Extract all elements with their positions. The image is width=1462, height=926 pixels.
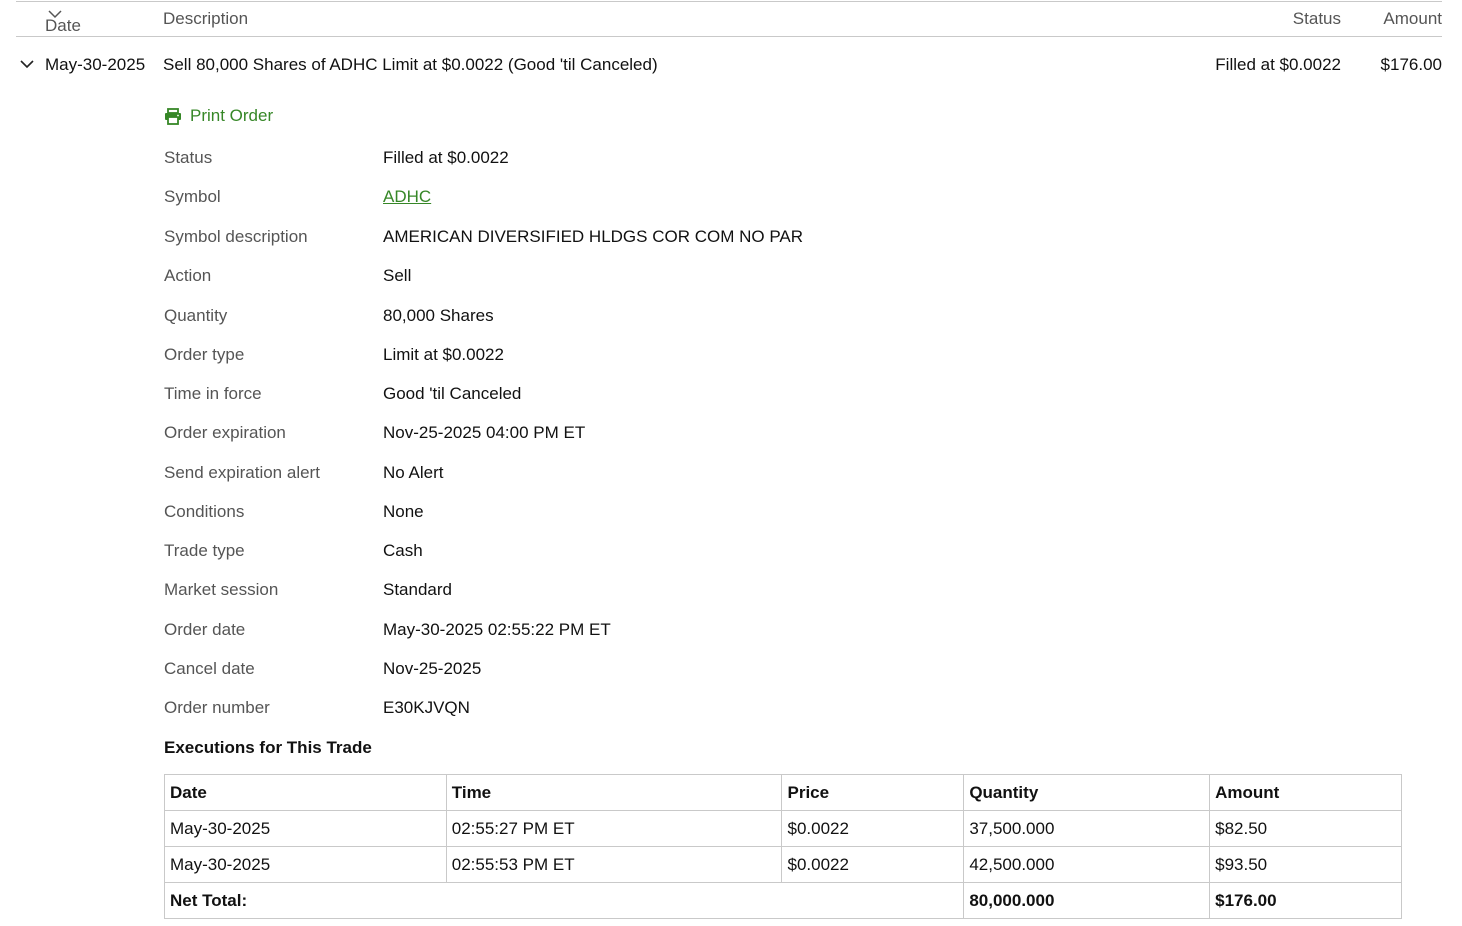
date-column-header[interactable]: Date bbox=[45, 9, 81, 35]
printer-icon bbox=[165, 107, 181, 125]
chevron-down-icon[interactable] bbox=[19, 57, 35, 71]
detail-value: Filled at $0.0022 bbox=[383, 148, 509, 167]
exec-price: $0.0022 bbox=[781, 846, 965, 883]
detail-label: Action bbox=[164, 266, 212, 285]
exec-date: May-30-2025 bbox=[164, 810, 447, 847]
net-total-label: Net Total: bbox=[163, 882, 965, 919]
detail-label: Send expiration alert bbox=[164, 463, 320, 482]
detail-value: May-30-2025 02:55:22 PM ET bbox=[383, 620, 611, 639]
exec-time: 02:55:53 PM ET bbox=[445, 846, 783, 883]
symbol-link[interactable]: ADHC bbox=[383, 187, 431, 207]
net-total-quantity: 80,000.000 bbox=[963, 882, 1211, 919]
detail-value: Good 'til Canceled bbox=[383, 384, 522, 403]
exec-quantity: 42,500.000 bbox=[963, 846, 1211, 883]
detail-label: Order number bbox=[164, 698, 270, 717]
detail-value: Limit at $0.0022 bbox=[383, 345, 504, 364]
order-amount: $176.00 bbox=[1380, 55, 1442, 74]
order-description: Sell 80,000 Shares of ADHC Limit at $0.0… bbox=[163, 55, 658, 74]
detail-label: Quantity bbox=[164, 306, 228, 325]
detail-value: No Alert bbox=[383, 463, 444, 482]
detail-label: Order date bbox=[164, 620, 246, 639]
exec-price: $0.0022 bbox=[781, 810, 965, 847]
exec-col-date: Date bbox=[164, 774, 447, 811]
orders-table-header: Date Description Status Amount bbox=[16, 1, 1442, 37]
detail-label: Symbol bbox=[164, 187, 221, 206]
detail-label: Conditions bbox=[164, 502, 245, 521]
status-column-header: Status bbox=[1292, 9, 1341, 28]
detail-label: Order type bbox=[164, 345, 245, 364]
net-total-amount: $176.00 bbox=[1209, 882, 1402, 919]
detail-value: AMERICAN DIVERSIFIED HLDGS COR COM NO PA… bbox=[383, 227, 804, 246]
executions-title: Executions for This Trade bbox=[164, 738, 372, 757]
order-summary-row[interactable]: May-30-2025 Sell 80,000 Shares of ADHC L… bbox=[16, 37, 1442, 93]
exec-amount: $82.50 bbox=[1209, 810, 1402, 847]
detail-value: E30KJVQN bbox=[383, 698, 470, 717]
detail-value: 80,000 Shares bbox=[383, 306, 494, 325]
order-history-page: Date Description Status Amount May-30-20… bbox=[0, 0, 1462, 926]
table-row: May-30-2025 02:55:27 PM ET $0.0022 37,50… bbox=[164, 810, 1402, 847]
detail-value: Nov-25-2025 04:00 PM ET bbox=[383, 423, 586, 442]
detail-value: Standard bbox=[383, 580, 452, 599]
exec-date: May-30-2025 bbox=[164, 846, 447, 883]
detail-label: Trade type bbox=[164, 541, 245, 560]
exec-col-price: Price bbox=[781, 774, 965, 811]
detail-value: Sell bbox=[383, 266, 412, 285]
net-total-row: Net Total: 80,000.000 $176.00 bbox=[163, 882, 1402, 919]
print-order-button[interactable]: Print Order bbox=[164, 106, 273, 126]
amount-column-header: Amount bbox=[1383, 9, 1442, 28]
print-order-label: Print Order bbox=[190, 106, 274, 125]
detail-value: Nov-25-2025 bbox=[383, 659, 482, 678]
detail-label: Cancel date bbox=[164, 659, 255, 678]
order-status: Filled at $0.0022 bbox=[1215, 55, 1341, 74]
detail-value: Cash bbox=[383, 541, 423, 560]
detail-label: Market session bbox=[164, 580, 279, 599]
exec-quantity: 37,500.000 bbox=[963, 810, 1211, 847]
detail-label: Time in force bbox=[164, 384, 262, 403]
exec-col-amount: Amount bbox=[1209, 774, 1402, 811]
exec-time: 02:55:27 PM ET bbox=[445, 810, 783, 847]
detail-value: None bbox=[383, 502, 424, 521]
table-row: May-30-2025 02:55:53 PM ET $0.0022 42,50… bbox=[164, 846, 1402, 883]
exec-col-quantity: Quantity bbox=[963, 774, 1211, 811]
detail-label: Order expiration bbox=[164, 423, 286, 442]
exec-amount: $93.50 bbox=[1209, 846, 1402, 883]
description-column-header: Description bbox=[163, 9, 249, 28]
order-date: May-30-2025 bbox=[45, 55, 146, 74]
exec-col-time: Time bbox=[445, 774, 783, 811]
executions-header-row: Date Time Price Quantity Amount bbox=[164, 774, 1402, 811]
executions-table: Date Time Price Quantity Amount May-30-2… bbox=[163, 774, 1402, 919]
date-header-label: Date bbox=[45, 16, 81, 35]
detail-label: Symbol description bbox=[164, 227, 308, 246]
detail-label: Status bbox=[164, 148, 213, 167]
